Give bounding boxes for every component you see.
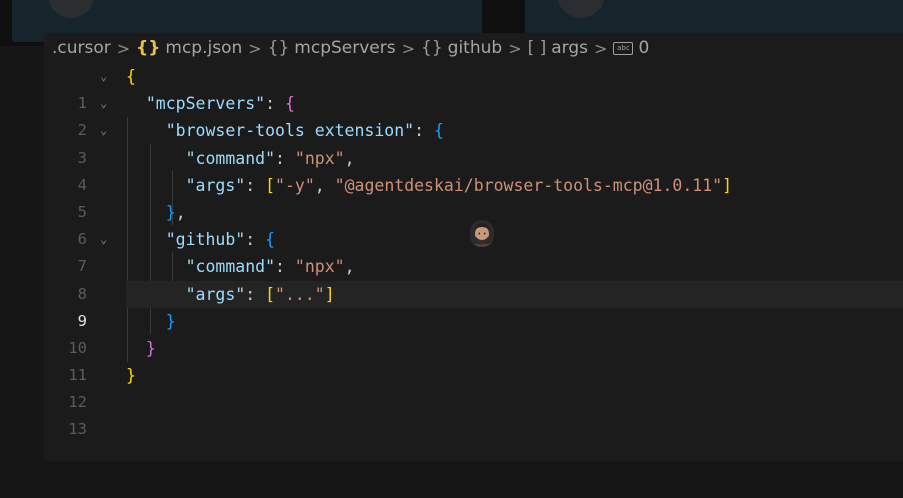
code-line: 10 }: [0, 308, 903, 357]
array-icon: [ ]: [527, 38, 547, 58]
code-line: 8 "command": "npx",: [0, 253, 903, 302]
chevron-right-icon: >: [248, 38, 262, 58]
object-icon: {}: [267, 38, 290, 58]
chevron-down-icon[interactable]: ⌄: [100, 226, 107, 253]
object-icon: {}: [421, 38, 443, 58]
chevron-down-icon[interactable]: ⌄: [100, 63, 107, 90]
code-line: 4 "command": "npx",: [0, 145, 903, 194]
breadcrumb: .cursor > {} mcp.json > {} mcpServers > …: [52, 36, 649, 60]
code-line: 2 ⌄ "mcpServers": {: [0, 90, 903, 139]
code-text: "mcpServers": {: [145, 94, 295, 114]
line-number: 8: [77, 284, 87, 303]
breadcrumb-folder[interactable]: .cursor: [52, 38, 111, 58]
code-text: },: [165, 202, 186, 222]
code-text: "args": ["..."]: [185, 284, 335, 304]
code-text: "command": "npx",: [185, 257, 355, 277]
chevron-right-icon: >: [401, 38, 416, 58]
code-text: }: [126, 366, 136, 386]
json-file-icon: {}: [136, 38, 161, 58]
code-text: "args": ["-y", "@agentdeskai/browser-too…: [185, 175, 733, 195]
code-line: 11 }: [0, 335, 903, 384]
code-text: "command": "npx",: [185, 148, 355, 168]
code-line: 7 ⌄ "github": {: [0, 226, 903, 275]
code-text: "github": {: [165, 230, 276, 250]
breadcrumb-index[interactable]: abc 0: [613, 38, 649, 58]
code-text: "browser-tools extension": {: [165, 121, 444, 141]
code-line: 3 ⌄ "browser-tools extension": {: [0, 117, 903, 166]
code-line: 12 }: [0, 362, 903, 411]
code-line: 6 },: [0, 199, 903, 248]
code-text: }: [165, 311, 176, 331]
code-line: 5 "args": ["-y", "@agentdeskai/browser-t…: [0, 172, 903, 221]
code-line-active: 9 "args": ["..."]: [78, 280, 903, 330]
code-text: {: [126, 67, 136, 86]
chevron-right-icon: >: [594, 38, 608, 58]
string-icon: abc: [613, 41, 634, 55]
code-line: 1 ⌄ {: [0, 63, 903, 112]
chevron-right-icon: >: [116, 38, 131, 58]
code-area[interactable]: 1 ⌄ { 2 ⌄ "mcpServers": { 3 ⌄ "browser-t…: [0, 63, 903, 438]
line-number: 13: [68, 420, 87, 439]
chevron-down-icon[interactable]: ⌄: [100, 90, 107, 117]
breadcrumb-github[interactable]: {} github: [421, 38, 502, 58]
breadcrumb-args[interactable]: [ ] args: [528, 38, 588, 58]
chevron-right-icon: >: [508, 38, 522, 58]
code-line: 13: [0, 389, 903, 438]
breadcrumb-file[interactable]: {} mcp.json: [136, 38, 242, 58]
chevron-down-icon[interactable]: ⌄: [100, 117, 107, 144]
code-text: }: [145, 338, 156, 358]
person-avatar-icon: [470, 220, 494, 247]
breadcrumb-mcpservers[interactable]: {} mcpServers: [268, 38, 396, 58]
